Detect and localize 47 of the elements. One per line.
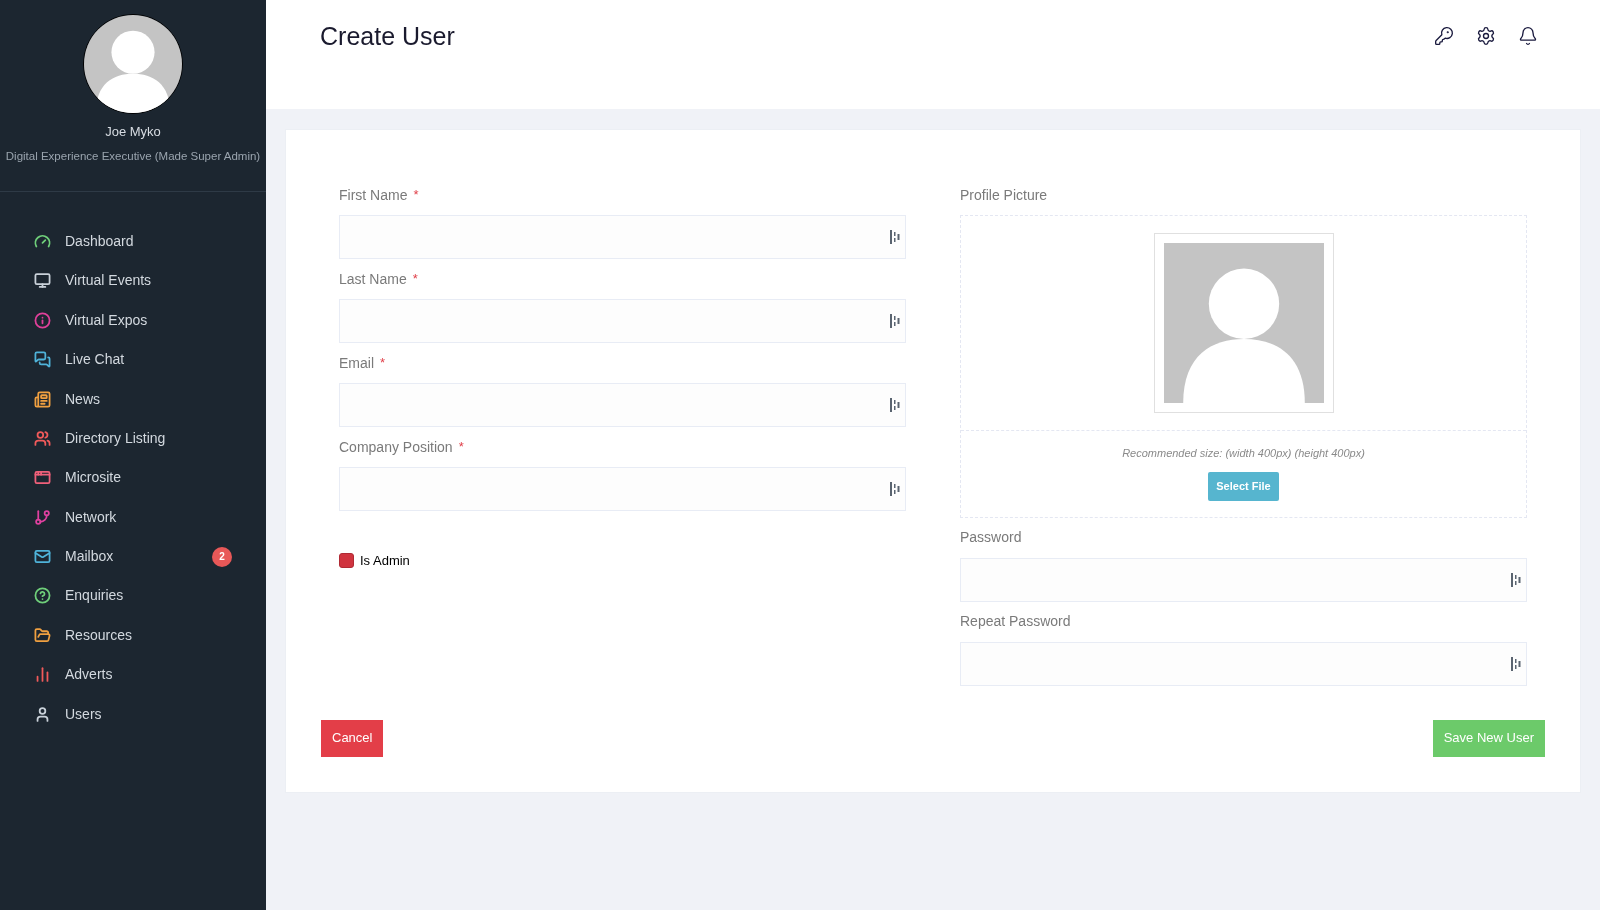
bars-icon[interactable] xyxy=(890,398,900,412)
user-name: Joe Myko xyxy=(105,123,161,141)
text-input[interactable] xyxy=(339,467,906,511)
nav-item[interactable]: Mailbox 2 xyxy=(0,536,266,577)
field-label: First Name xyxy=(339,185,408,205)
bars-icon[interactable] xyxy=(890,314,900,328)
nav-item[interactable]: Users xyxy=(0,694,266,734)
cancel-button[interactable]: Cancel xyxy=(321,719,384,757)
page-title: Create User xyxy=(320,21,455,52)
nav-item[interactable]: Virtual Events xyxy=(0,261,266,301)
nav-item[interactable]: Resources xyxy=(0,615,266,656)
required-asterisk: * xyxy=(412,270,418,289)
bars-icon[interactable] xyxy=(890,230,900,244)
field-label: Password xyxy=(960,528,1022,547)
checkbox-label: Is Admin xyxy=(360,552,410,570)
nav-item[interactable]: Adverts xyxy=(0,655,266,695)
settings-icon[interactable] xyxy=(1476,26,1496,46)
nav-item[interactable]: Live Chat xyxy=(0,339,266,380)
count-badge: 2 xyxy=(212,546,232,567)
bell-icon[interactable] xyxy=(1518,26,1538,46)
nav-item[interactable]: Network xyxy=(0,497,266,537)
user-role: Digital Experience Executive (Made Super Admin) xyxy=(5,148,261,164)
field-label: Company Position xyxy=(339,437,453,457)
checkbox[interactable] xyxy=(339,553,354,569)
text-input[interactable] xyxy=(960,557,1527,602)
bars-icon[interactable] xyxy=(890,482,900,496)
field-label: Repeat Password xyxy=(960,612,1071,631)
required-asterisk: * xyxy=(458,438,464,457)
field-label: Profile Picture xyxy=(960,186,1049,205)
nav-item[interactable]: Microsite xyxy=(0,458,266,498)
bars-icon[interactable] xyxy=(1511,656,1521,671)
nav-item[interactable]: Directory Listing xyxy=(0,418,266,459)
size-hint: Recommended size: (width 400px) (height 400px) xyxy=(1122,446,1365,461)
text-input[interactable] xyxy=(339,299,906,343)
text-input[interactable] xyxy=(960,641,1527,686)
nav-item[interactable]: Virtual Expos xyxy=(0,300,266,340)
nav-item[interactable]: News xyxy=(0,379,266,419)
text-input[interactable] xyxy=(339,383,906,427)
field-label: Email xyxy=(339,353,374,373)
nav-item[interactable]: Dashboard xyxy=(0,221,266,262)
nav-item[interactable]: Enquiries xyxy=(0,576,266,616)
field-label: Last Name xyxy=(339,269,407,289)
required-asterisk: * xyxy=(413,186,419,205)
bars-icon[interactable] xyxy=(1511,572,1521,587)
text-input[interactable] xyxy=(339,215,906,259)
key-icon[interactable] xyxy=(1434,26,1454,46)
required-asterisk: * xyxy=(380,354,386,373)
